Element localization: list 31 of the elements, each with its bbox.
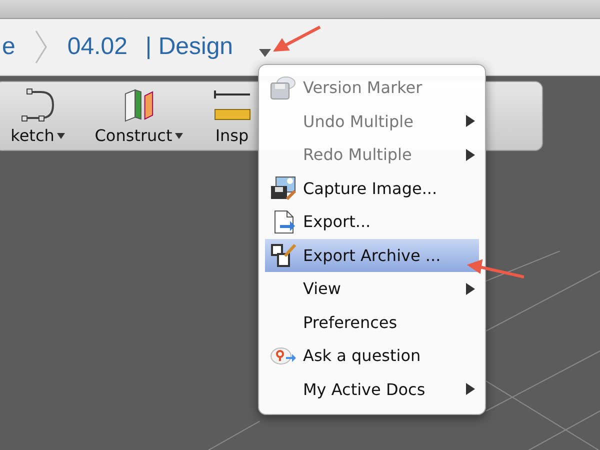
blocks-icon [124, 88, 154, 122]
caret-icon [175, 132, 184, 138]
breadcrumb-link[interactable]: 04.02 [67, 33, 128, 61]
breadcrumb-link[interactable]: | Design [145, 33, 234, 61]
breadcrumb-link[interactable]: e [2, 33, 16, 61]
submenu-arrow-icon [466, 282, 475, 295]
menu-item[interactable]: Export... [265, 205, 479, 238]
submenu-arrow-icon [466, 115, 475, 128]
menu-item[interactable]: View [265, 272, 479, 306]
toolbar-label: ketch [10, 126, 54, 145]
annotation-arrow [466, 258, 526, 280]
toolbar-label: Insp [215, 126, 249, 145]
submenu-arrow-icon [466, 383, 475, 396]
toolbar-button[interactable]: Construct [83, 82, 195, 150]
menu-item[interactable]: Ask a question [265, 339, 479, 372]
ruler-icon [214, 88, 250, 122]
menu-item[interactable]: Export Archive ... [265, 238, 479, 272]
chevron-icon [33, 29, 50, 65]
sketch-curve-icon [21, 88, 55, 122]
menu-item[interactable]: My Active Docs [265, 372, 479, 406]
caret-icon [259, 49, 272, 57]
floppy-pencil-icon [270, 243, 296, 268]
menu-item[interactable]: Capture Image... [265, 172, 479, 205]
floppy-cloud-icon [270, 76, 296, 100]
image-floppy-icon [270, 176, 296, 200]
toolbar-button[interactable]: ketch [3, 82, 73, 150]
menu-item[interactable]: Preferences [265, 306, 479, 339]
toolbar-label: Construct [94, 126, 172, 145]
toolbar-button[interactable]: Insp [205, 82, 259, 150]
caret-icon [57, 132, 66, 138]
submenu-arrow-icon [466, 148, 475, 161]
